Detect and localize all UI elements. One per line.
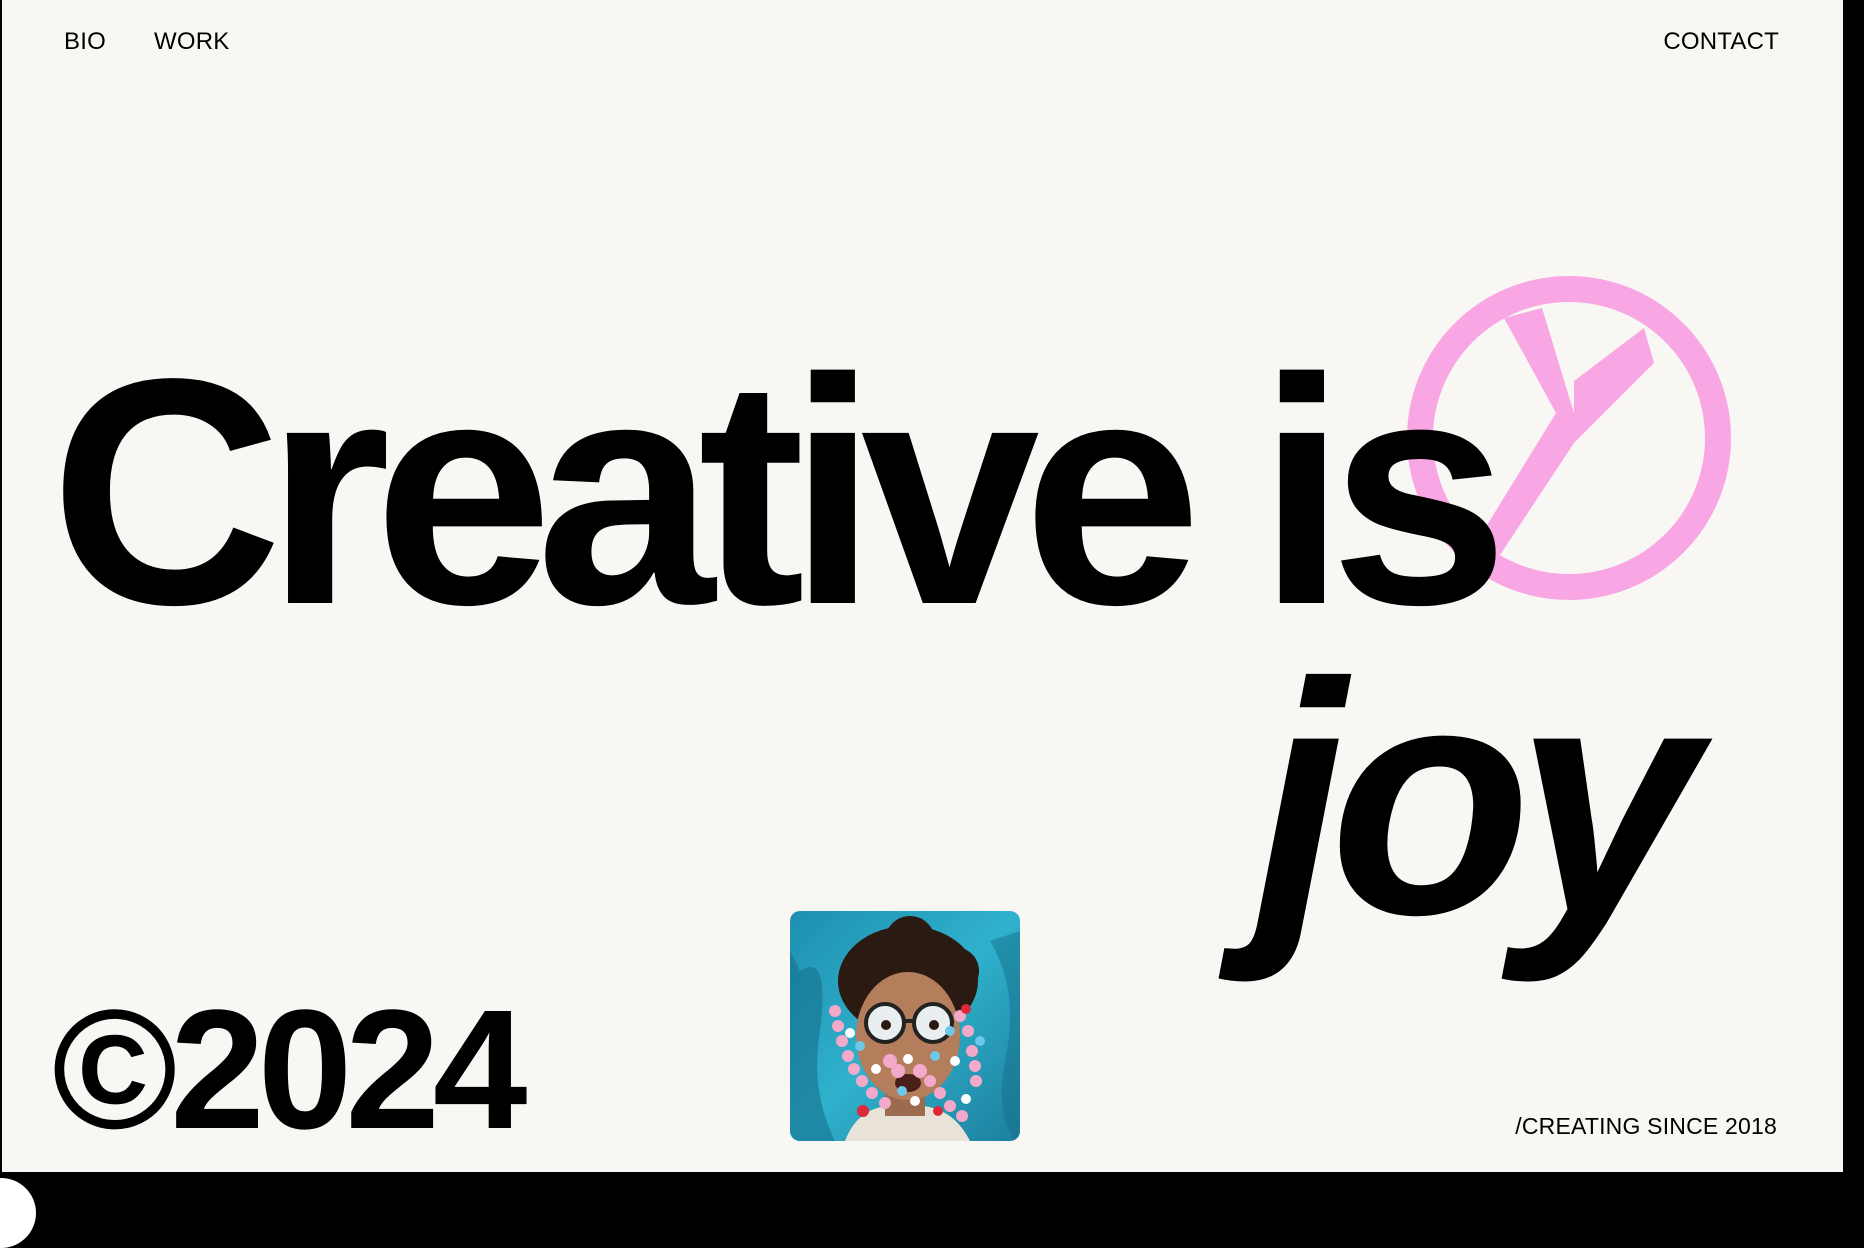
nav-work-link[interactable]: WORK — [154, 28, 229, 56]
tagline: /CREATING SINCE 2018 — [1515, 1113, 1777, 1139]
portrait-photo — [790, 911, 1020, 1141]
nav-contact-link[interactable]: CONTACT — [1663, 28, 1779, 56]
corner-circle — [0, 1178, 36, 1248]
headline-line-1: Creative is — [50, 313, 1509, 672]
copyright-year: ©2024 — [52, 975, 527, 1165]
nav-bio-link[interactable]: BIO — [64, 28, 106, 56]
page: BIO WORK CONTACT Creative is joy ©2024 /… — [2, 0, 1843, 1172]
portrait-illustration — [790, 911, 1020, 1141]
headline-line-2: joy — [1254, 614, 1699, 983]
